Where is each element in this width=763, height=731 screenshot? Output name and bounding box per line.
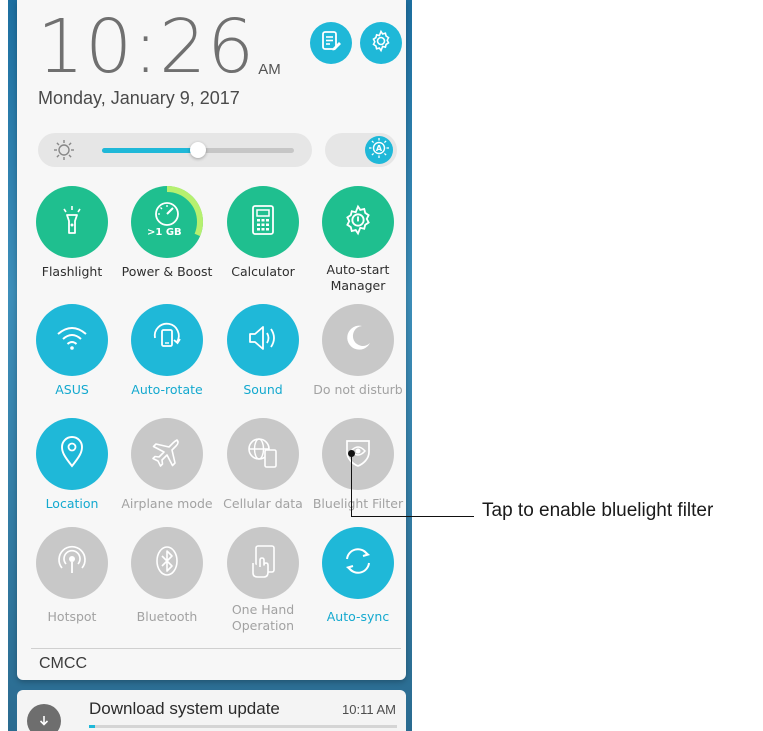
speaker-icon	[246, 323, 280, 358]
tile-sound[interactable]: Sound	[216, 304, 310, 424]
tile-label: Auto-start Manager	[326, 262, 390, 293]
calculator-toggle[interactable]	[227, 186, 299, 258]
power-boost-toggle[interactable]: >1 GB	[131, 186, 203, 258]
tile-auto-sync[interactable]: Auto-sync	[311, 527, 405, 647]
notification-time: 10:11 AM	[342, 702, 396, 717]
date-label: Monday, January 9, 2017	[38, 88, 240, 108]
settings-button[interactable]	[360, 22, 402, 64]
tile-bluetooth[interactable]: Bluetooth	[120, 527, 214, 647]
svg-text:A: A	[376, 144, 383, 153]
hotspot-toggle[interactable]	[36, 527, 108, 599]
tile-one-hand-operation[interactable]: One Hand Operation	[216, 527, 310, 647]
tile-label: Do not disturb	[313, 382, 403, 397]
bluelight-filter-toggle[interactable]	[322, 418, 394, 490]
moon-icon	[341, 321, 375, 360]
autostart-gear-icon	[341, 203, 375, 242]
sync-icon	[340, 543, 376, 584]
tile-label: Sound	[243, 382, 283, 397]
tile-label: Flashlight	[41, 264, 103, 279]
download-icon	[27, 704, 61, 731]
notification-title: Download system update	[89, 699, 280, 718]
cellular-data-toggle[interactable]	[227, 418, 299, 490]
auto-brightness-toggle[interactable]: A	[325, 133, 397, 167]
rotate-icon	[150, 321, 184, 360]
tile-label: Airplane mode	[121, 496, 213, 511]
brightness-thumb[interactable]	[190, 142, 206, 158]
hotspot-icon	[55, 544, 89, 583]
tile-calculator[interactable]: Calculator	[216, 186, 310, 306]
tile-location[interactable]: Location	[25, 418, 119, 538]
auto-sync-toggle[interactable]	[322, 527, 394, 599]
clock: 10:26 AM	[37, 4, 281, 90]
brightness-slider[interactable]	[38, 133, 312, 167]
tile-power-boost[interactable]: >1 GB Power & Boost	[120, 186, 214, 306]
cellular-globe-icon	[245, 435, 281, 474]
do-not-disturb-toggle[interactable]	[322, 304, 394, 376]
airplane-icon	[150, 435, 184, 474]
location-toggle[interactable]	[36, 418, 108, 490]
callout-text: Tap to enable bluelight filter	[482, 500, 714, 521]
tile-wifi[interactable]: ASUS	[25, 304, 119, 424]
clock-time: 10:26	[37, 4, 256, 90]
brightness-sun-icon	[53, 139, 75, 166]
tile-airplane-mode[interactable]: Airplane mode	[120, 418, 214, 538]
download-progress-bar	[89, 725, 397, 728]
tile-label: Calculator	[231, 264, 295, 279]
one-hand-toggle[interactable]	[227, 527, 299, 599]
tile-cellular-data[interactable]: Cellular data	[216, 418, 310, 538]
location-pin-icon	[58, 435, 86, 474]
auto-start-toggle[interactable]	[322, 186, 394, 258]
divider	[31, 648, 401, 649]
tile-label: Cellular data	[223, 496, 303, 511]
sound-toggle[interactable]	[227, 304, 299, 376]
one-hand-icon	[247, 543, 279, 584]
callout-line-vertical	[351, 453, 352, 517]
auto-brightness-icon: A	[368, 137, 390, 164]
tile-bluelight-filter[interactable]: Bluelight Filter	[311, 418, 405, 538]
bluetooth-toggle[interactable]	[131, 527, 203, 599]
tile-label: Hotspot	[47, 609, 97, 624]
wifi-toggle[interactable]	[36, 304, 108, 376]
tile-label: ASUS	[55, 382, 89, 397]
phone-screen: 10:26 AM Monday, January 9, 2017 A Flash…	[8, 0, 412, 731]
boost-badge: >1 GB	[147, 227, 182, 238]
tile-do-not-disturb[interactable]: Do not disturb	[311, 304, 405, 424]
tile-hotspot[interactable]: Hotspot	[25, 527, 119, 647]
tile-flashlight[interactable]: Flashlight	[25, 186, 119, 306]
calculator-icon	[248, 204, 278, 241]
edit-button[interactable]	[310, 22, 352, 64]
flashlight-icon	[55, 203, 89, 242]
quick-settings-panel: 10:26 AM Monday, January 9, 2017 A Flash…	[17, 0, 406, 680]
callout-line-horizontal	[351, 516, 474, 517]
settings-gear-icon	[369, 29, 393, 58]
auto-rotate-toggle[interactable]	[131, 304, 203, 376]
tile-label: Auto-rotate	[131, 382, 203, 397]
notification-card[interactable]: Download system update 10:11 AM	[17, 690, 406, 731]
carrier-label: CMCC	[39, 655, 87, 672]
wifi-icon	[55, 323, 89, 358]
download-progress-fill	[89, 725, 96, 728]
edit-note-icon	[320, 30, 342, 57]
auto-brightness-knob[interactable]: A	[365, 136, 393, 164]
tile-label: Location	[45, 496, 99, 511]
bluetooth-icon	[152, 544, 182, 583]
airplane-toggle[interactable]	[131, 418, 203, 490]
tile-label: Power & Boost	[121, 264, 213, 279]
brightness-fill	[102, 148, 198, 153]
tile-label: One Hand Operation	[231, 602, 295, 633]
flashlight-toggle[interactable]	[36, 186, 108, 258]
tile-label: Bluelight Filter	[312, 496, 404, 511]
clock-ampm: AM	[258, 61, 281, 78]
tile-auto-rotate[interactable]: Auto-rotate	[120, 304, 214, 424]
brightness-track[interactable]	[102, 142, 294, 158]
tile-label: Auto-sync	[326, 609, 390, 624]
tile-label: Bluetooth	[136, 609, 198, 624]
tile-auto-start-manager[interactable]: Auto-start Manager	[311, 186, 405, 306]
